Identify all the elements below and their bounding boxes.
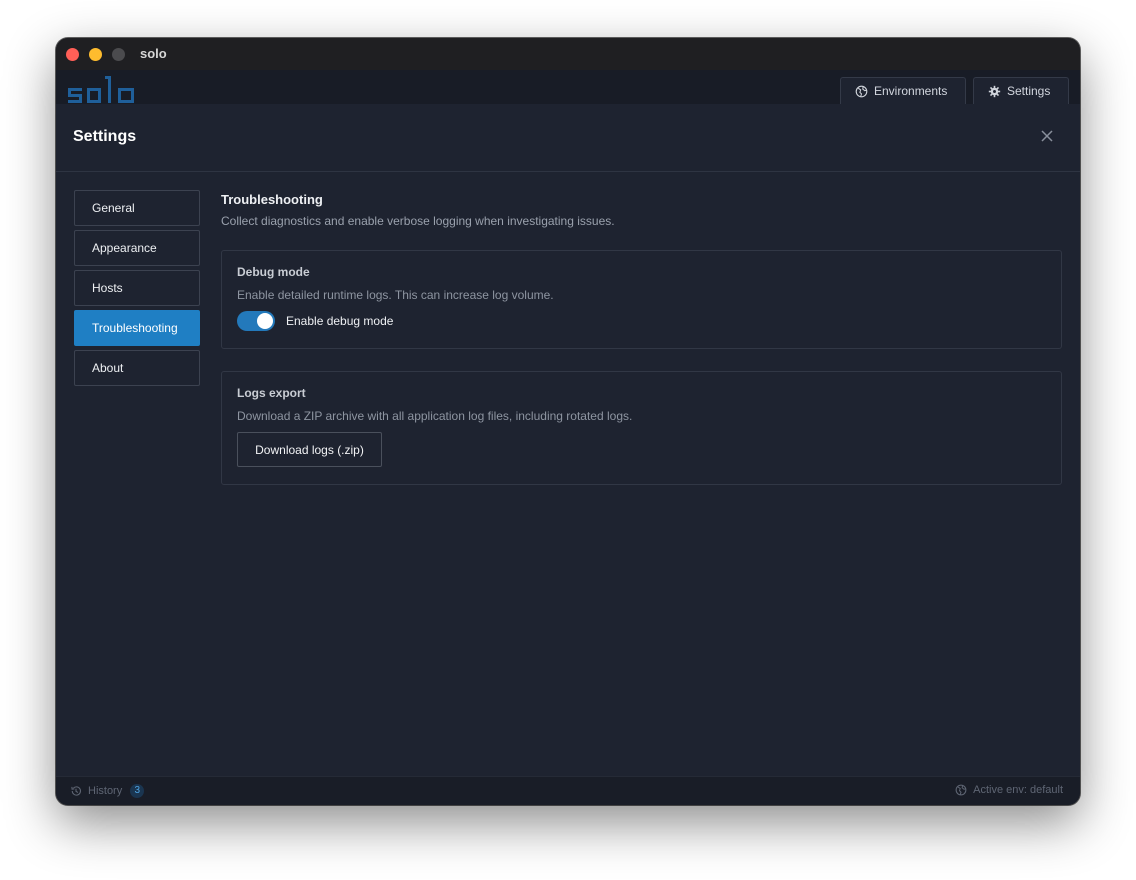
settings-panel-header: Settings	[56, 104, 1080, 172]
section-title: Troubleshooting	[221, 192, 323, 207]
nav-item-appearance[interactable]: Appearance	[74, 230, 200, 266]
logs-export-title: Logs export	[237, 386, 306, 400]
debug-mode-card: Debug mode Enable detailed runtime logs.…	[221, 250, 1062, 349]
history-icon	[71, 786, 82, 796]
window-maximize-button[interactable]	[112, 48, 125, 61]
history-count-badge: 3	[130, 784, 145, 798]
app-header: Environments Settings	[56, 70, 1080, 104]
globe-icon	[955, 784, 967, 796]
history-label: History	[88, 785, 123, 797]
debug-mode-description: Enable detailed runtime logs. This can i…	[237, 288, 554, 302]
environments-button[interactable]: Environments	[840, 77, 966, 104]
nav-item-label: About	[92, 361, 124, 375]
window-minimize-button[interactable]	[89, 48, 102, 61]
app-window: solo Environments Settings Settings Gene…	[56, 38, 1080, 805]
logs-export-card: Logs export Download a ZIP archive with …	[221, 371, 1062, 485]
status-bar: History 3 Active env: default	[56, 776, 1080, 805]
page-title: Settings	[73, 128, 137, 145]
window-title: solo	[140, 46, 167, 61]
settings-label: Settings	[1007, 84, 1051, 98]
debug-toggle-row: Enable debug mode	[237, 311, 1046, 331]
active-env-indicator: Active env: default	[955, 784, 1063, 796]
section-description: Collect diagnostics and enable verbose l…	[221, 214, 615, 228]
close-icon[interactable]	[1040, 129, 1054, 143]
debug-mode-toggle[interactable]	[237, 311, 275, 331]
logs-export-description: Download a ZIP archive with all applicat…	[237, 409, 633, 423]
globe-icon	[855, 85, 868, 97]
title-bar: solo	[56, 38, 1080, 71]
nav-item-label: Hosts	[92, 281, 123, 295]
nav-item-general[interactable]: General	[74, 190, 200, 226]
solo-logo	[68, 76, 134, 103]
gear-icon	[988, 85, 1001, 97]
nav-item-label: Appearance	[92, 241, 157, 255]
settings-nav: General Appearance Hosts Troubleshooting…	[74, 190, 200, 390]
active-env-label: Active env: default	[973, 784, 1063, 796]
environments-label: Environments	[874, 84, 948, 98]
debug-toggle-label: Enable debug mode	[286, 314, 394, 328]
window-close-button[interactable]	[66, 48, 79, 61]
nav-item-label: General	[92, 201, 135, 215]
history-button[interactable]: History 3	[70, 784, 145, 798]
settings-button[interactable]: Settings	[973, 77, 1069, 104]
toggle-knob	[257, 313, 273, 329]
nav-item-hosts[interactable]: Hosts	[74, 270, 200, 306]
download-logs-button[interactable]: Download logs (.zip)	[237, 432, 382, 467]
nav-item-about[interactable]: About	[74, 350, 200, 386]
settings-content: Troubleshooting Collect diagnostics and …	[221, 190, 1062, 485]
debug-mode-title: Debug mode	[237, 265, 310, 279]
nav-item-label: Troubleshooting	[92, 321, 178, 335]
nav-item-troubleshooting[interactable]: Troubleshooting	[74, 310, 200, 346]
